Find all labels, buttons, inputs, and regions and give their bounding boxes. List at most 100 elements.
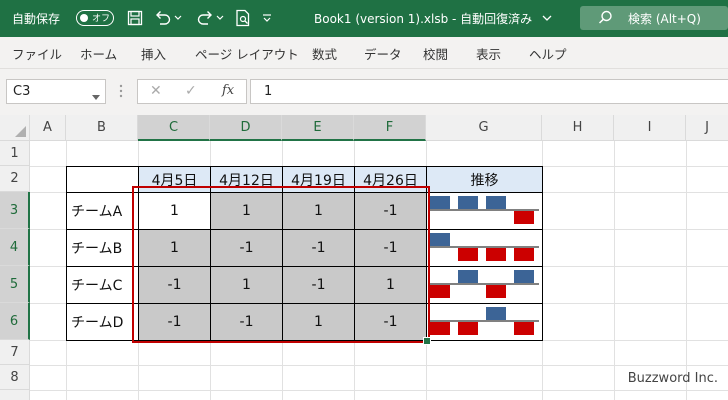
- value-cell[interactable]: 1: [138, 229, 211, 267]
- formula-value: 1: [264, 84, 273, 99]
- name-box[interactable]: C3: [6, 79, 106, 104]
- sparkline-loss-bar: [514, 322, 534, 335]
- tab-insert[interactable]: 挿入: [141, 44, 166, 63]
- date-header[interactable]: 4月5日: [138, 166, 211, 193]
- row-header-1[interactable]: 1: [0, 141, 30, 166]
- column-header-c[interactable]: C: [138, 115, 210, 141]
- select-all-corner[interactable]: [0, 115, 30, 141]
- value-cell[interactable]: -1: [138, 303, 211, 341]
- cell-b2[interactable]: [66, 166, 139, 193]
- gridline: [30, 390, 728, 391]
- value-cell[interactable]: -1: [354, 192, 427, 230]
- date-header[interactable]: 4月26日: [354, 166, 427, 193]
- value-cell[interactable]: 1: [282, 192, 355, 230]
- sparkline-loss-bar: [486, 248, 506, 261]
- value-cell[interactable]: 1: [210, 266, 283, 304]
- undo-icon[interactable]: [152, 7, 174, 29]
- column-header-j[interactable]: J: [686, 115, 728, 141]
- trend-header[interactable]: 推移: [426, 166, 543, 193]
- sparkline-win-bar: [458, 270, 478, 283]
- search-label: 検索 (Alt+Q): [628, 12, 701, 26]
- value-cell[interactable]: -1: [210, 303, 283, 341]
- column-header-d[interactable]: D: [210, 115, 282, 141]
- value-cell[interactable]: -1: [282, 229, 355, 267]
- document-title: Book1 (version 1).xlsb - 自動回復済み: [314, 12, 533, 26]
- row-header-8[interactable]: 8: [0, 365, 30, 390]
- tab-help[interactable]: ヘルプ: [529, 44, 567, 63]
- row-header-9[interactable]: [0, 390, 30, 400]
- date-header[interactable]: 4月19日: [282, 166, 355, 193]
- fill-handle[interactable]: [423, 337, 431, 345]
- team-name[interactable]: チームD: [66, 303, 139, 341]
- tab-page-layout[interactable]: ページ レイアウト: [195, 44, 299, 63]
- title-dropdown-icon[interactable]: [540, 7, 554, 29]
- sparkline-loss-bar: [458, 322, 478, 335]
- row-header-7[interactable]: 7: [0, 340, 30, 365]
- redo-icon[interactable]: [194, 7, 216, 29]
- autosave-toggle[interactable]: オフ: [76, 10, 114, 26]
- name-box-dropdown-icon[interactable]: [92, 89, 100, 103]
- column-header-f[interactable]: F: [354, 115, 426, 141]
- column-header-g[interactable]: G: [426, 115, 542, 141]
- insert-function-icon[interactable]: fx: [222, 83, 234, 98]
- row-header-4[interactable]: 4: [0, 229, 30, 266]
- tab-view[interactable]: 表示: [476, 44, 501, 63]
- search-icon: [598, 10, 613, 28]
- autosave-label: 自動保存: [12, 12, 61, 26]
- value-cell[interactable]: -1: [282, 266, 355, 304]
- sparkline-win-bar: [486, 196, 506, 209]
- sparkline-loss-bar: [458, 248, 478, 261]
- save-icon[interactable]: [124, 7, 146, 29]
- value-cell[interactable]: -1: [138, 266, 211, 304]
- sparkline-loss-bar: [514, 248, 534, 261]
- formula-input[interactable]: 1: [250, 79, 728, 104]
- column-header-i[interactable]: I: [614, 115, 686, 141]
- row-header-3[interactable]: 3: [0, 192, 30, 229]
- column-header-h[interactable]: H: [542, 115, 614, 141]
- team-name[interactable]: チームA: [66, 192, 139, 230]
- value-cell[interactable]: 1: [282, 303, 355, 341]
- ribbon-tabs: ファイル ホーム 挿入 ページ レイアウト 数式 データ 校閲 表示 ヘルプ: [0, 37, 728, 69]
- tab-review[interactable]: 校閲: [423, 44, 448, 63]
- autosave-state: オフ: [92, 14, 111, 24]
- value-cell[interactable]: 1: [138, 192, 211, 230]
- column-header-a[interactable]: A: [30, 115, 66, 141]
- undo-dropdown-icon[interactable]: [172, 7, 184, 29]
- value-cell[interactable]: -1: [354, 229, 427, 267]
- sparkline-loss-bar: [514, 211, 534, 224]
- worksheet-grid[interactable]: A B C D E F G H I J 1 2 3 4 5 6 7 8 4月5日…: [0, 115, 728, 400]
- row-header-6[interactable]: 6: [0, 303, 30, 340]
- print-preview-icon[interactable]: [232, 7, 254, 29]
- gridline: [30, 365, 728, 366]
- team-name[interactable]: チームB: [66, 229, 139, 267]
- formula-buttons: ✕ ✓ fx: [137, 79, 247, 104]
- tab-file[interactable]: ファイル: [12, 44, 62, 63]
- cancel-icon[interactable]: ✕: [150, 83, 162, 99]
- value-cell[interactable]: -1: [210, 229, 283, 267]
- row-header-2[interactable]: 2: [0, 166, 30, 192]
- tab-home[interactable]: ホーム: [80, 44, 117, 63]
- formula-bar-grip-icon[interactable]: [119, 84, 123, 101]
- column-header-e[interactable]: E: [282, 115, 354, 141]
- sparkline-loss-bar: [486, 285, 506, 298]
- column-header-b[interactable]: B: [66, 115, 138, 141]
- sparkline-win-bar: [458, 196, 478, 209]
- sparkline-loss-bar: [430, 285, 450, 298]
- search-box[interactable]: 検索 (Alt+Q): [580, 6, 728, 30]
- date-header[interactable]: 4月12日: [210, 166, 283, 193]
- value-cell[interactable]: 1: [354, 266, 427, 304]
- row-header-5[interactable]: 5: [0, 266, 30, 303]
- customize-toolbar-icon[interactable]: [260, 7, 274, 29]
- value-cell[interactable]: -1: [354, 303, 427, 341]
- redo-dropdown-icon[interactable]: [214, 7, 226, 29]
- value-cell[interactable]: 1: [210, 192, 283, 230]
- tab-data[interactable]: データ: [364, 44, 402, 63]
- sparkline-loss-bar: [430, 322, 450, 335]
- sparkline-win-bar: [430, 196, 450, 209]
- team-name[interactable]: チームC: [66, 266, 139, 304]
- tab-formulas[interactable]: 数式: [312, 44, 337, 63]
- sparkline-win-bar: [486, 307, 506, 320]
- sparkline-win-bar: [514, 270, 534, 283]
- enter-icon[interactable]: ✓: [185, 83, 197, 99]
- watermark: Buzzword Inc.: [627, 371, 718, 386]
